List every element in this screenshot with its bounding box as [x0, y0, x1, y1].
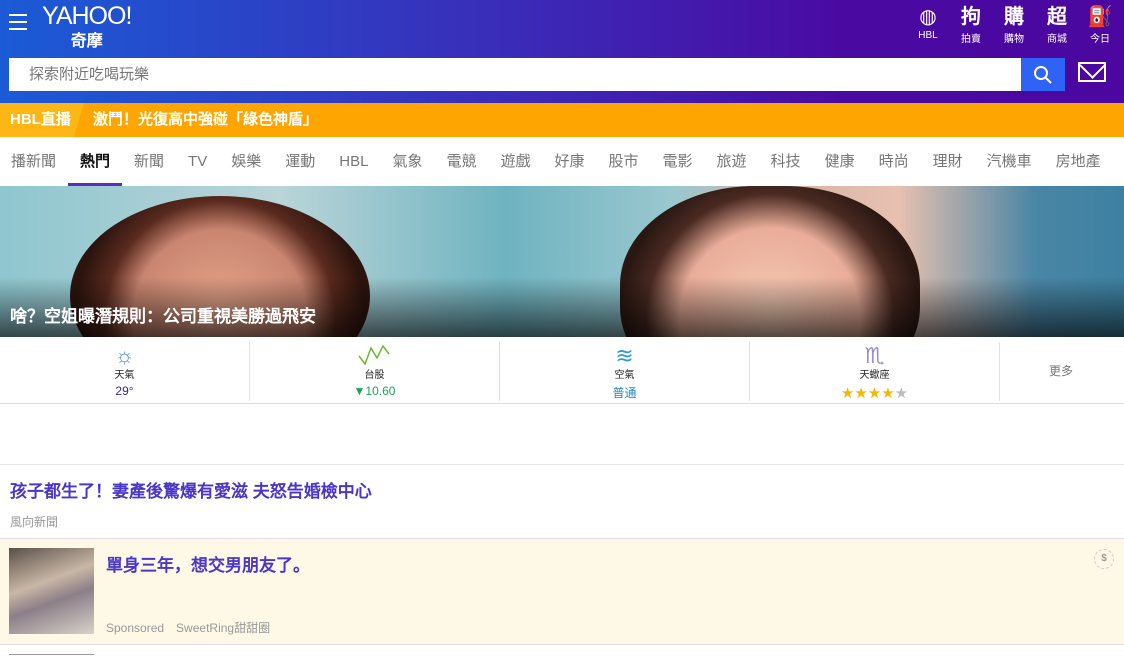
search-button[interactable]	[1021, 58, 1065, 91]
sponsored-title[interactable]: 單身三年，想交男朋友了。	[106, 551, 310, 576]
tab-15[interactable]: 健康	[825, 137, 855, 186]
tab-6[interactable]: HBL	[339, 137, 368, 186]
tab-8[interactable]: 電競	[446, 137, 476, 186]
category-nav: 播新聞 熱門 新聞 TV 娛樂 運動 HBL 氣象 電競 遊戲 好康 股市 電影 旅遊 科技 健康 時尚 理財 汽機…	[0, 137, 1124, 186]
shopping-icon: 購	[1004, 6, 1024, 28]
divider	[9, 654, 94, 655]
tab-13[interactable]: 旅遊	[717, 137, 747, 186]
tab-4[interactable]: 娛樂	[231, 137, 261, 186]
mail-icon[interactable]	[1078, 62, 1106, 82]
tab-14[interactable]: 科技	[771, 137, 801, 186]
tab-9[interactable]: 遊戲	[500, 137, 530, 186]
sponsored-label: Sponsored	[106, 621, 165, 635]
shortcut-auction[interactable]: 拘拍賣	[955, 4, 987, 45]
tab-17[interactable]: 理財	[933, 137, 963, 186]
news-source: 風向新聞	[10, 515, 59, 529]
news-title[interactable]: 孩子都生了！妻產後驚爆有愛滋 夫怒告婚檢中心	[10, 477, 372, 502]
shortcut-today[interactable]: ⛽ 今日	[1084, 4, 1116, 45]
tab-16[interactable]: 時尚	[879, 137, 909, 186]
widget-more[interactable]: 更多	[1000, 342, 1122, 401]
mall-icon: 超	[1047, 6, 1067, 28]
tab-2[interactable]: 新聞	[134, 137, 164, 186]
hero-caption[interactable]: 啥？空姐曝潛規則：公司重視美勝過飛安	[10, 302, 316, 327]
hamburger-menu-icon[interactable]	[9, 14, 27, 30]
star-rating: ★★★★★	[750, 384, 999, 402]
empty-star-icon: ★	[894, 385, 909, 402]
shortcut-mall[interactable]: 超商城	[1041, 4, 1073, 45]
tab-0[interactable]: 播新聞	[11, 137, 56, 186]
advertiser-name: SweetRing甜甜圈	[176, 621, 271, 635]
tab-11[interactable]: 股市	[609, 137, 639, 186]
tab-7[interactable]: 氣象	[392, 137, 422, 186]
tab-5[interactable]: 運動	[285, 137, 315, 186]
header: YAHOO! 奇摩 ◍ HBL 拘拍賣 購購物 超商城 ⛽ 今日 探索附近吃喝玩樂	[0, 0, 1124, 103]
basketball-icon: ◍	[919, 6, 937, 28]
tab-3[interactable]: TV	[188, 137, 207, 186]
sponsored-item[interactable]: 單身三年，想交男朋友了。 Sponsored SweetRing甜甜圈 $	[0, 539, 1124, 645]
news-item[interactable]: 孩子都生了！妻產後驚爆有愛滋 夫怒告婚檢中心 風向新聞	[0, 464, 1124, 539]
today-icon: ⛽	[1087, 6, 1113, 28]
shortcut-hbl[interactable]: ◍ HBL	[912, 4, 944, 45]
widget-weather[interactable]: ☼ 天氣 29°	[0, 342, 250, 401]
info-widgets: ☼ 天氣 29° 台股 ▼10.60 ≋ 空氣 普通 ♏ 天蠍座 ★★★★★ 更多	[0, 340, 1124, 404]
yahoo-logo[interactable]: YAHOO! 奇摩	[42, 2, 132, 51]
hero-story[interactable]: 啥？空姐曝潛規則：公司重視美勝過飛安	[0, 186, 1124, 337]
tab-18[interactable]: 汽機車	[987, 137, 1032, 186]
ticker-tag: HBL直播	[0, 103, 84, 137]
tab-1[interactable]: 熱門	[68, 137, 123, 186]
widget-horoscope[interactable]: ♏ 天蠍座 ★★★★★	[750, 342, 1000, 402]
search-icon	[1034, 65, 1052, 84]
tab-19[interactable]: 房地產	[1056, 137, 1101, 186]
ad-choices-icon[interactable]: $	[1094, 549, 1114, 569]
tab-10[interactable]: 好康	[554, 137, 584, 186]
shortcut-shopping[interactable]: 購購物	[998, 4, 1030, 45]
breaking-ticker[interactable]: HBL直播 激鬥！光復高中強碰「綠色神盾」	[0, 103, 1124, 137]
tab-12[interactable]: 電影	[663, 137, 693, 186]
sponsored-thumbnail[interactable]	[9, 548, 94, 634]
sponsored-meta: Sponsored SweetRing甜甜圈	[106, 619, 282, 636]
filled-stars: ★★★★	[840, 385, 895, 402]
widget-stock[interactable]: 台股 ▼10.60	[250, 342, 500, 401]
widget-air[interactable]: ≋ 空氣 普通	[500, 342, 750, 401]
ticker-headline[interactable]: 激鬥！光復高中強碰「綠色神盾」	[93, 103, 318, 137]
search-input[interactable]: 探索附近吃喝玩樂	[9, 58, 1021, 91]
auction-icon: 拘	[961, 6, 981, 28]
shortcut-bar: ◍ HBL 拘拍賣 購購物 超商城 ⛽ 今日	[912, 4, 1116, 45]
